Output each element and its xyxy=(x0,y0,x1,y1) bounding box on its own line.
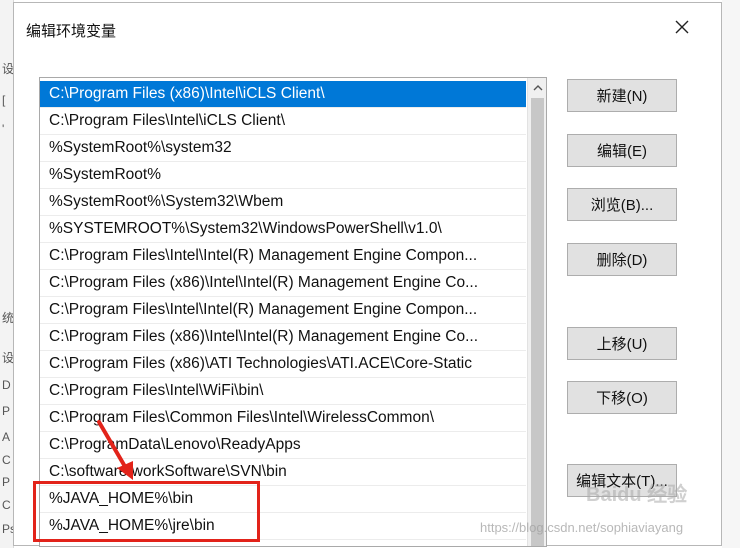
path-list-item[interactable]: C:\Program Files (x86)\ATI Technologies\… xyxy=(40,351,526,378)
path-list-item[interactable]: C:\Program Files\Intel\Intel(R) Manageme… xyxy=(40,297,526,324)
delete-button[interactable]: 删除(D) xyxy=(567,243,677,276)
background-text: ' xyxy=(2,122,5,136)
background-text: P xyxy=(2,404,11,418)
background-window-right xyxy=(722,0,740,548)
browse-button[interactable]: 浏览(B)... xyxy=(567,188,677,221)
annotation-highlight-box xyxy=(33,481,260,542)
chevron-up-icon xyxy=(533,84,542,90)
path-list-item[interactable]: %SYSTEMROOT%\System32\WindowsPowerShell\… xyxy=(40,216,526,243)
vertical-scrollbar[interactable] xyxy=(527,78,546,546)
move-down-button[interactable]: 下移(O) xyxy=(567,381,677,414)
dialog-title: 编辑环境变量 xyxy=(26,23,117,40)
close-button[interactable] xyxy=(664,11,700,43)
title-bar[interactable]: 编辑环境变量 xyxy=(14,3,721,49)
move-up-button[interactable]: 上移(U) xyxy=(567,327,677,360)
path-list-item[interactable]: C:\Program Files\Intel\iCLS Client\ xyxy=(40,108,526,135)
path-list-item[interactable]: C:\Program Files (x86)\Intel\Intel(R) Ma… xyxy=(40,270,526,297)
background-text: C xyxy=(2,498,11,512)
baidu-watermark: Baidu 经验 xyxy=(586,484,688,506)
scroll-up-button[interactable] xyxy=(528,78,546,96)
path-list-item[interactable]: %SystemRoot%\system32 xyxy=(40,135,526,162)
csdn-watermark: https://blog.csdn.net/sophiaviayang xyxy=(480,520,684,535)
path-list-item[interactable]: C:\Program Files (x86)\Intel\iCLS Client… xyxy=(40,81,526,108)
background-text: D xyxy=(2,378,11,392)
background-window-edge: 设 [ ' 统 设 D P A C P C Ps xyxy=(0,0,16,548)
path-list-item[interactable]: C:\Program Files\Intel\WiFi\bin\ xyxy=(40,378,526,405)
background-text: [ xyxy=(2,93,6,107)
annotation-arrow-icon xyxy=(97,420,133,480)
background-text: C xyxy=(2,453,11,467)
path-list-item[interactable]: %SystemRoot% xyxy=(40,162,526,189)
background-text: A xyxy=(2,430,11,444)
path-list-item[interactable]: %SystemRoot%\System32\Wbem xyxy=(40,189,526,216)
path-list-item[interactable]: C:\Program Files (x86)\Intel\Intel(R) Ma… xyxy=(40,324,526,351)
close-icon xyxy=(675,20,689,34)
scrollbar-thumb[interactable] xyxy=(531,98,544,546)
path-list-item[interactable]: C:\Program Files\Intel\Intel(R) Manageme… xyxy=(40,243,526,270)
edit-button[interactable]: 编辑(E) xyxy=(567,134,677,167)
background-text: P xyxy=(2,475,11,489)
new-button[interactable]: 新建(N) xyxy=(567,79,677,112)
